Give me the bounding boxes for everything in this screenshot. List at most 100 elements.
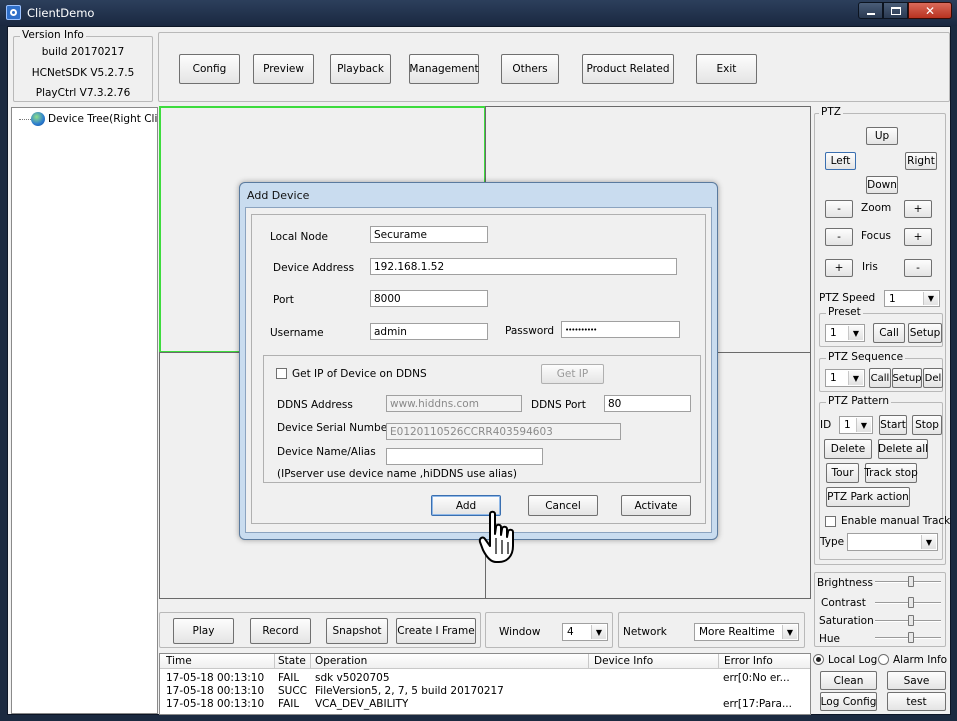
- local-log-radio[interactable]: [813, 654, 824, 665]
- dialog-body: Local Node Securame Device Address 192.1…: [245, 207, 712, 533]
- window-select[interactable]: 4 ▼: [562, 623, 608, 641]
- image-adjust-group: Brightness Contrast Saturation Hue: [814, 572, 946, 647]
- device-tree-root[interactable]: Device Tree(Right Click t: [48, 113, 157, 125]
- ptz-pattern-caption: PTZ Pattern: [826, 395, 892, 407]
- minimize-button[interactable]: [858, 2, 883, 19]
- ddns-address-input[interactable]: www.hiddns.com: [386, 395, 522, 412]
- brightness-slider-thumb[interactable]: [908, 576, 914, 587]
- window-count-group: Window 4 ▼: [485, 612, 613, 648]
- others-button[interactable]: Others: [501, 54, 559, 84]
- log-config-button[interactable]: Log Config: [820, 692, 877, 711]
- log-header-operation[interactable]: Operation: [315, 655, 367, 667]
- pattern-delete-button[interactable]: Delete: [824, 439, 872, 459]
- device-address-input[interactable]: 192.168.1.52: [370, 258, 677, 275]
- pattern-id-label: ID: [820, 419, 832, 431]
- log-row-1-error: err[0:No er...: [723, 672, 790, 684]
- ptz-park-action-button[interactable]: PTZ Park action: [826, 487, 910, 507]
- preset-select[interactable]: 1 ▼: [825, 324, 865, 342]
- network-select[interactable]: More Realtime ▼: [694, 623, 799, 641]
- get-ip-button[interactable]: Get IP: [541, 364, 604, 384]
- maximize-button[interactable]: [883, 2, 908, 19]
- brightness-label: Brightness: [817, 577, 873, 589]
- pattern-delete-all-button[interactable]: Delete all: [878, 439, 928, 459]
- preset-setup-button[interactable]: Setup: [908, 323, 942, 343]
- username-input[interactable]: admin: [370, 323, 488, 340]
- log-header-state[interactable]: State: [278, 655, 306, 667]
- serial-number-input[interactable]: E0120110526CCRR403594603: [386, 423, 621, 440]
- management-button[interactable]: Management: [409, 54, 479, 84]
- saturation-slider[interactable]: [875, 615, 941, 627]
- alarm-info-radio[interactable]: [878, 654, 889, 665]
- ptz-down-button[interactable]: Down: [866, 176, 898, 194]
- pattern-start-button[interactable]: Start: [879, 415, 907, 435]
- clean-log-button[interactable]: Clean: [820, 671, 877, 690]
- enable-manual-track-checkbox[interactable]: [825, 516, 836, 527]
- dialog-title: Add Device: [247, 189, 310, 202]
- preset-group: Preset 1 ▼ Call Setup: [819, 306, 943, 347]
- record-button[interactable]: Record: [250, 618, 311, 644]
- preview-button[interactable]: Preview: [253, 54, 314, 84]
- preset-call-button[interactable]: Call: [873, 323, 905, 343]
- minimize-icon: [867, 13, 875, 15]
- log-header-error-info[interactable]: Error Info: [724, 655, 773, 667]
- local-node-input[interactable]: Securame: [370, 226, 488, 243]
- log-row-1-time: 17-05-18 00:13:10: [166, 672, 265, 684]
- ptz-up-button[interactable]: Up: [866, 127, 898, 145]
- ptz-speed-select[interactable]: 1 ▼: [884, 290, 940, 307]
- log-header-time[interactable]: Time: [166, 655, 192, 667]
- log-header-device-info[interactable]: Device Info: [594, 655, 653, 667]
- focus-far-button[interactable]: +: [904, 228, 932, 246]
- ddns-port-input[interactable]: 80: [604, 395, 691, 412]
- snapshot-button[interactable]: Snapshot: [326, 618, 388, 644]
- ddns-checkbox[interactable]: [276, 368, 287, 379]
- pattern-stop-button[interactable]: Stop: [912, 415, 942, 435]
- ddns-checkbox-label: Get IP of Device on DDNS: [292, 368, 427, 380]
- hue-slider[interactable]: [875, 632, 941, 644]
- hue-slider-thumb[interactable]: [908, 632, 914, 643]
- sequence-delete-button[interactable]: Del: [923, 368, 943, 388]
- close-button[interactable]: ✕: [908, 2, 952, 19]
- type-select[interactable]: ▼: [847, 533, 938, 551]
- playctrl-version-label: PlayCtrl V7.3.2.76: [35, 87, 131, 99]
- device-tree[interactable]: Device Tree(Right Click t: [11, 107, 158, 714]
- create-i-frame-button[interactable]: Create I Frame: [396, 618, 476, 644]
- product-related-button[interactable]: Product Related: [582, 54, 674, 84]
- port-input[interactable]: 8000: [370, 290, 488, 307]
- contrast-slider[interactable]: [875, 597, 941, 609]
- test-button[interactable]: test: [887, 692, 946, 711]
- column-divider: [588, 654, 589, 669]
- log-list[interactable]: Time State Operation Device Info Error I…: [159, 653, 811, 715]
- zoom-in-button[interactable]: +: [904, 200, 932, 218]
- track-stop-button[interactable]: Track stop: [864, 463, 918, 483]
- focus-near-button[interactable]: -: [825, 228, 853, 246]
- pattern-id-select[interactable]: 1 ▼: [839, 416, 873, 434]
- brightness-slider[interactable]: [875, 576, 941, 588]
- close-icon: ✕: [924, 3, 936, 18]
- username-label: Username: [270, 327, 324, 339]
- iris-close-button[interactable]: -: [904, 259, 932, 277]
- sequence-select[interactable]: 1 ▼: [825, 369, 865, 387]
- save-log-button[interactable]: Save: [887, 671, 946, 690]
- iris-open-button[interactable]: +: [825, 259, 853, 277]
- zoom-out-button[interactable]: -: [825, 200, 853, 218]
- saturation-slider-thumb[interactable]: [908, 615, 914, 626]
- sequence-call-button[interactable]: Call: [869, 368, 891, 388]
- activate-button[interactable]: Activate: [621, 495, 691, 516]
- config-button[interactable]: Config: [179, 54, 240, 84]
- password-input[interactable]: ••••••••••: [561, 321, 680, 338]
- serial-number-label: Device Serial Number: [277, 422, 392, 434]
- app-icon: [6, 5, 21, 20]
- version-info-caption: Version Info: [20, 29, 86, 41]
- device-alias-input[interactable]: [386, 448, 543, 465]
- network-group: Network More Realtime ▼: [618, 612, 805, 648]
- playback-button[interactable]: Playback: [330, 54, 391, 84]
- play-button[interactable]: Play: [173, 618, 234, 644]
- sequence-setup-button[interactable]: Setup: [892, 368, 922, 388]
- contrast-slider-thumb[interactable]: [908, 597, 914, 608]
- cancel-button[interactable]: Cancel: [528, 495, 598, 516]
- exit-button[interactable]: Exit: [696, 54, 757, 84]
- ptz-right-button[interactable]: Right: [905, 152, 937, 170]
- tour-button[interactable]: Tour: [826, 463, 859, 483]
- network-select-value: More Realtime: [699, 626, 775, 638]
- ptz-left-button[interactable]: Left: [825, 152, 856, 170]
